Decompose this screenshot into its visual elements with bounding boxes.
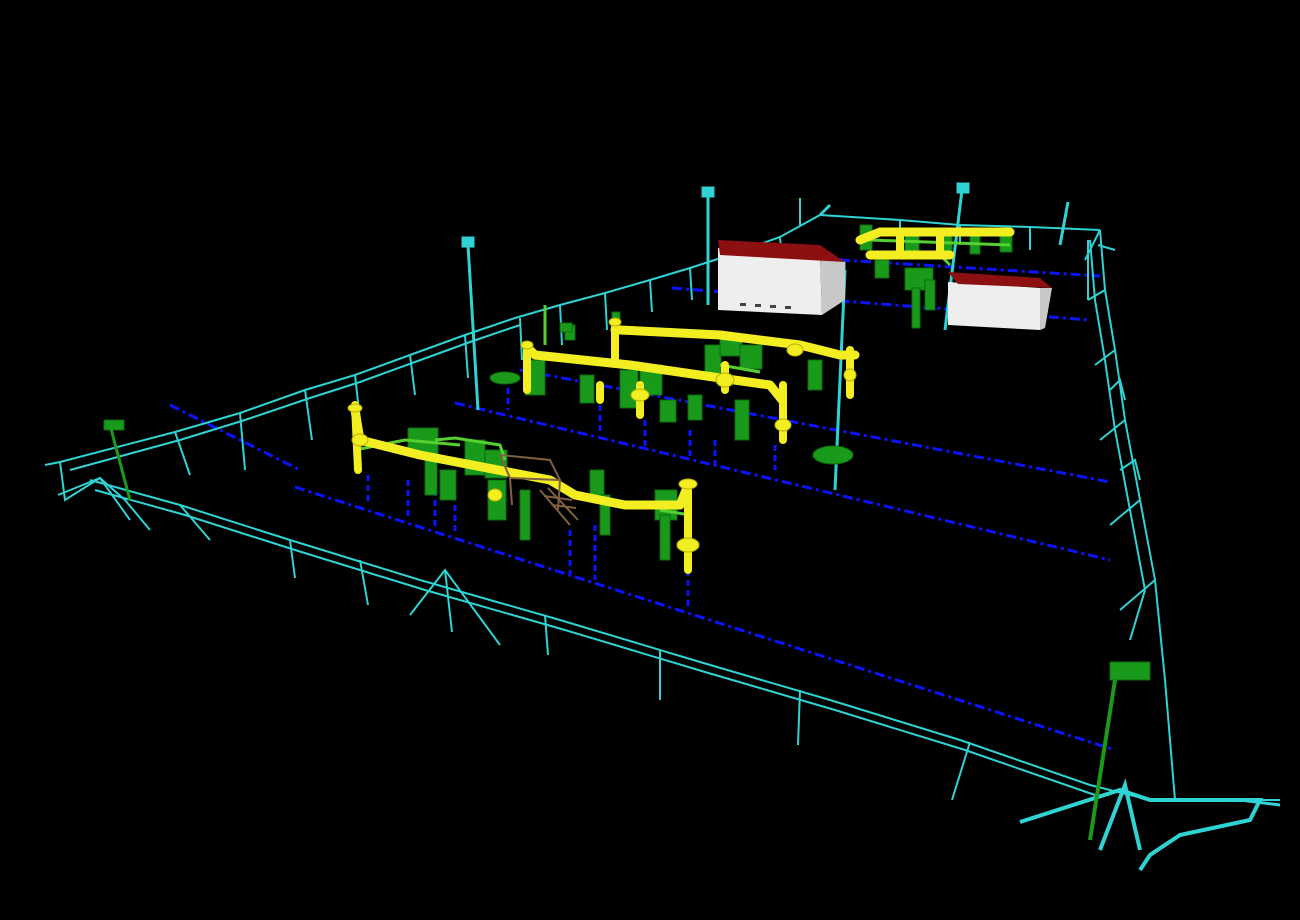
3d-viewport[interactable] [0, 0, 1300, 920]
scene-canvas[interactable] [0, 0, 1300, 920]
building-left[interactable] [718, 240, 845, 315]
scene-background [0, 0, 1300, 920]
building-right[interactable] [948, 272, 1052, 330]
